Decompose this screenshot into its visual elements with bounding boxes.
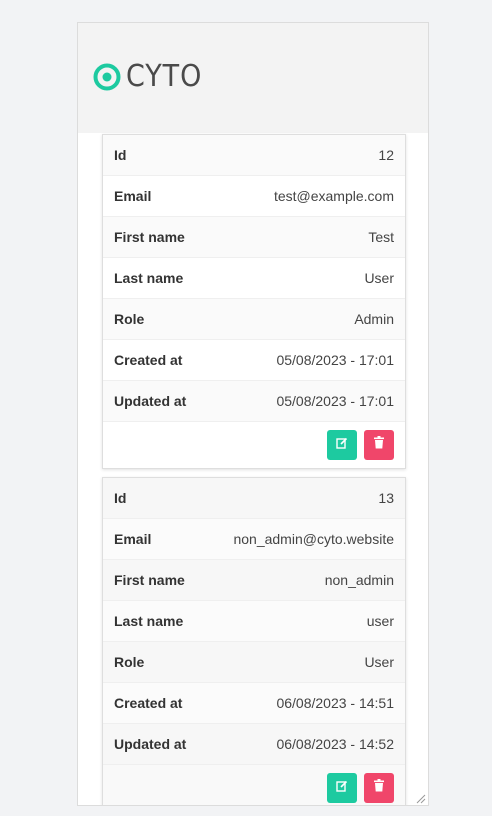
field-value: 05/08/2023 - 17:01 bbox=[276, 352, 394, 368]
field-label: Id bbox=[114, 147, 127, 163]
detail-row-first-name: First name non_admin bbox=[103, 560, 405, 601]
resize-handle-icon[interactable] bbox=[414, 791, 426, 804]
field-value: Admin bbox=[354, 311, 394, 327]
detail-row-first-name: First name Test bbox=[103, 217, 405, 258]
field-label: Id bbox=[114, 490, 127, 506]
field-label: Role bbox=[114, 311, 145, 327]
card-actions bbox=[103, 422, 405, 468]
field-value: non_admin@cyto.website bbox=[233, 531, 394, 547]
field-label: Updated at bbox=[114, 736, 187, 752]
app-window: CYTO Id 12 Email test@example.com First … bbox=[77, 22, 429, 806]
detail-row-last-name: Last name user bbox=[103, 601, 405, 642]
field-label: Created at bbox=[114, 695, 183, 711]
detail-row-updated-at: Updated at 05/08/2023 - 17:01 bbox=[103, 381, 405, 422]
field-value: 06/08/2023 - 14:51 bbox=[276, 695, 394, 711]
logo[interactable]: CYTO bbox=[93, 59, 211, 94]
field-label: Last name bbox=[114, 613, 184, 629]
detail-row-created-at: Created at 05/08/2023 - 17:01 bbox=[103, 340, 405, 381]
user-card: Id 13 Email non_admin@cyto.website First… bbox=[102, 477, 406, 805]
detail-row-role: Role User bbox=[103, 642, 405, 683]
field-value: non_admin bbox=[324, 572, 394, 588]
field-value: Test bbox=[368, 229, 394, 245]
field-label: Email bbox=[114, 531, 152, 547]
logo-text: CYTO bbox=[126, 59, 203, 94]
card-actions bbox=[103, 765, 405, 805]
field-label: Role bbox=[114, 654, 145, 670]
field-value: 13 bbox=[378, 490, 394, 506]
trash-icon bbox=[373, 436, 385, 454]
field-value: User bbox=[364, 270, 394, 286]
field-value: 05/08/2023 - 17:01 bbox=[276, 393, 394, 409]
field-value: test@example.com bbox=[273, 188, 394, 204]
delete-button[interactable] bbox=[364, 773, 394, 803]
field-label: Email bbox=[114, 188, 152, 204]
detail-row-created-at: Created at 06/08/2023 - 14:51 bbox=[103, 683, 405, 724]
field-label: Last name bbox=[114, 270, 184, 286]
edit-icon bbox=[336, 779, 348, 797]
detail-row-id: Id 12 bbox=[103, 135, 405, 176]
cyto-logo-icon bbox=[93, 63, 121, 91]
field-label: First name bbox=[114, 572, 185, 588]
edit-button[interactable] bbox=[327, 773, 357, 803]
detail-row-email: Email test@example.com bbox=[103, 176, 405, 217]
detail-row-last-name: Last name User bbox=[103, 258, 405, 299]
field-value: 06/08/2023 - 14:52 bbox=[276, 736, 394, 752]
field-value: User bbox=[364, 654, 394, 670]
field-value: user bbox=[366, 613, 394, 629]
detail-row-email: Email non_admin@cyto.website bbox=[103, 519, 405, 560]
user-card: Id 12 Email test@example.com First name … bbox=[102, 134, 406, 469]
edit-icon bbox=[336, 436, 348, 454]
header: CYTO bbox=[78, 23, 428, 133]
delete-button[interactable] bbox=[364, 430, 394, 460]
edit-button[interactable] bbox=[327, 430, 357, 460]
field-label: First name bbox=[114, 229, 185, 245]
field-value: 12 bbox=[378, 147, 394, 163]
field-label: Updated at bbox=[114, 393, 187, 409]
detail-row-id: Id 13 bbox=[103, 478, 405, 519]
trash-icon bbox=[373, 779, 385, 797]
detail-row-updated-at: Updated at 06/08/2023 - 14:52 bbox=[103, 724, 405, 765]
detail-row-role: Role Admin bbox=[103, 299, 405, 340]
field-label: Created at bbox=[114, 352, 183, 368]
